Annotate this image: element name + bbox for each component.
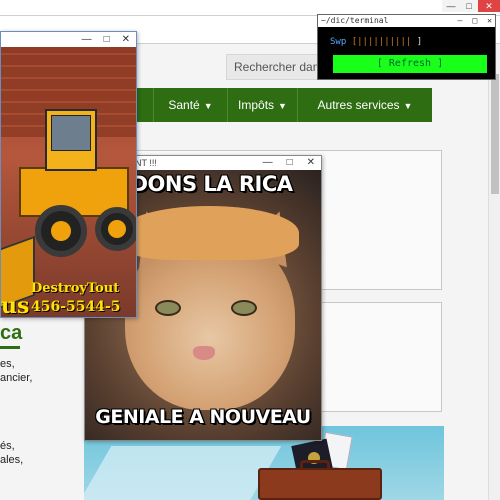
close-icon[interactable]: ✕: [307, 156, 315, 170]
ad-phone-number: 456-5544-5: [31, 299, 121, 315]
popup-title: NT !!!: [135, 158, 157, 168]
cat-nose: [193, 346, 215, 360]
minimize-icon[interactable]: —: [442, 0, 460, 12]
loader-hub: [51, 221, 71, 241]
section-heading[interactable]: ca: [0, 322, 22, 345]
refresh-button[interactable]: [ Refresh ]: [333, 55, 487, 73]
airplane-graphic: [84, 446, 282, 500]
bulldozer-ad-image: DestroyTout us 456-5544-5: [1, 47, 136, 317]
terminal-title: ~/dic/terminal: [321, 16, 389, 25]
nav-item-sante[interactable]: Santé ▼: [154, 88, 228, 122]
nav-item-label: Impôts: [238, 98, 275, 112]
maximize-icon[interactable]: □: [472, 15, 477, 27]
suitcase-graphic: [258, 468, 382, 500]
page-scrollbar[interactable]: [488, 44, 500, 500]
nav-item-autres-services[interactable]: Autres services ▼: [298, 88, 432, 122]
maximize-icon[interactable]: □: [104, 32, 110, 47]
maximize-icon[interactable]: □: [287, 156, 293, 170]
swap-bars: [||||||||||: [351, 37, 412, 47]
nav-item-label: Autres services: [317, 98, 400, 112]
swap-label: Swp: [330, 37, 347, 47]
body-text: ancier,: [0, 372, 33, 384]
cat-hairpiece: [119, 206, 299, 260]
nav-item-label: Santé: [168, 98, 200, 112]
meme-bottom-text: GENIALE A NOUVEAU: [95, 406, 311, 428]
loader-hub: [108, 220, 126, 238]
body-text: ales,: [0, 454, 24, 466]
terminal-titlebar[interactable]: ~/dic/terminal — □ ✕: [318, 15, 495, 27]
cat-eye: [155, 300, 181, 316]
chevron-down-icon: ▼: [278, 101, 287, 111]
body-text: és,: [0, 440, 15, 452]
swap-bracket: ]: [416, 37, 423, 47]
terminal-window[interactable]: ~/dic/terminal — □ ✕ Swp [|||||||||| ] […: [317, 14, 496, 80]
close-icon[interactable]: ✕: [122, 32, 130, 47]
ad-brand-name: DestroyTout: [31, 281, 120, 296]
desktop-stage: Rechercher dans Santé ▼ Impôts ▼ Autres se…: [0, 0, 500, 500]
minimize-icon[interactable]: —: [82, 32, 92, 47]
chevron-down-icon: ▼: [403, 101, 413, 111]
ad-brand-prefix: us: [1, 293, 30, 317]
minimize-icon[interactable]: —: [263, 156, 273, 170]
minimize-icon[interactable]: —: [458, 15, 463, 27]
heading-underline: [0, 346, 20, 349]
maximize-icon[interactable]: □: [460, 0, 478, 12]
chevron-down-icon: ▼: [203, 101, 213, 111]
loader-window: [51, 115, 91, 151]
close-icon[interactable]: ✕: [478, 0, 500, 12]
nav-item-partial[interactable]: [136, 88, 154, 122]
window-controls: — □ ✕: [442, 0, 500, 12]
scrollbar-thumb[interactable]: [491, 74, 499, 194]
popup-titlebar[interactable]: — □ ✕: [1, 32, 136, 47]
body-text: es,: [0, 358, 15, 370]
nav-item-impots[interactable]: Impôts ▼: [228, 88, 298, 122]
main-nav: Santé ▼ Impôts ▼ Autres services ▼: [136, 88, 432, 122]
swap-meter: Swp [|||||||||| ]: [330, 37, 422, 47]
bulldozer-popup-window[interactable]: — □ ✕ DestroyTout us 456-5544-5: [0, 31, 137, 318]
search-input[interactable]: Rechercher dans: [226, 54, 326, 80]
cat-eye: [231, 300, 257, 316]
close-icon[interactable]: ✕: [487, 15, 492, 27]
